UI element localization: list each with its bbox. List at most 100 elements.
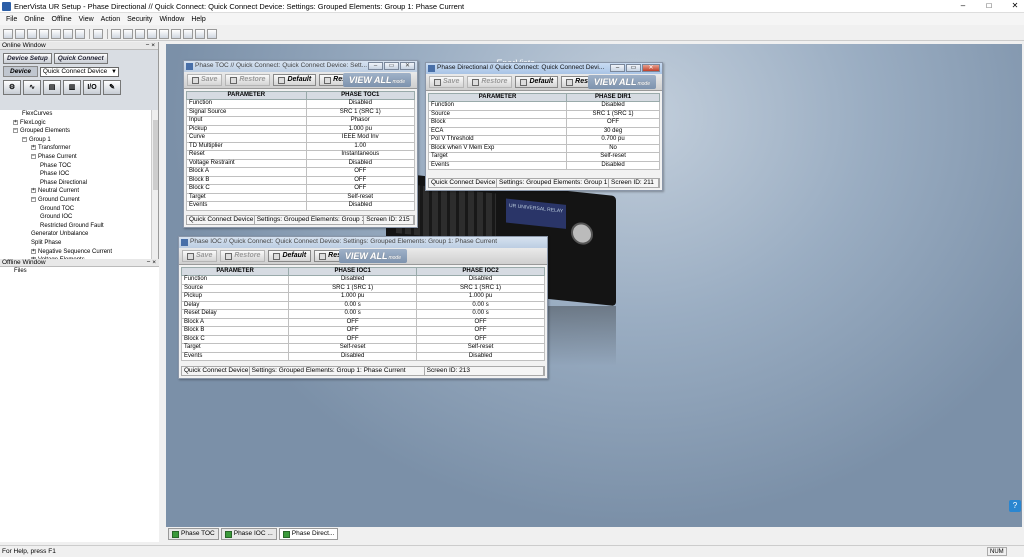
value-cell[interactable]: SRC 1 (SRC 1) — [305, 107, 416, 117]
value-cell[interactable]: OFF — [566, 118, 660, 128]
menu-action[interactable]: Action — [101, 16, 120, 23]
export-icon[interactable] — [75, 28, 85, 39]
close-icon[interactable]: ✕ — [1010, 1, 1020, 10]
value-cell[interactable]: 1.000 pu — [305, 124, 416, 134]
view-all-button[interactable]: VIEW ALLmode — [338, 249, 407, 263]
save-button[interactable]: Save — [182, 250, 218, 262]
value-cell[interactable]: 1.000 pu — [416, 292, 545, 302]
expand-icon[interactable]: + — [31, 248, 36, 254]
save-button[interactable]: Save — [429, 76, 465, 88]
close-icon[interactable]: ✕ — [400, 62, 415, 70]
menu-online[interactable]: Online — [24, 16, 44, 23]
menu-window[interactable]: Window — [159, 16, 184, 23]
restore-button[interactable]: Restore — [220, 250, 266, 262]
tree-item[interactable]: − Phase Current — [31, 154, 77, 160]
waveform-icon[interactable]: ∿ — [23, 80, 41, 95]
collapse-icon[interactable]: − — [22, 136, 27, 142]
close-icon[interactable]: ✕ — [642, 64, 660, 72]
tree-item[interactable]: + FlexLogic — [13, 119, 46, 126]
value-cell[interactable]: Disabled — [416, 275, 545, 285]
value-cell[interactable]: 1.00 — [305, 141, 416, 151]
value-cell[interactable]: 0.00 s — [288, 300, 418, 310]
tree-item[interactable]: − Grouped Elements — [13, 128, 70, 134]
tree-item[interactable]: Split Phase — [31, 240, 61, 246]
value-cell[interactable]: SRC 1 (SRC 1) — [566, 109, 660, 119]
value-cell[interactable]: OFF — [288, 334, 418, 344]
value-cell[interactable]: OFF — [288, 317, 418, 327]
tree-item[interactable]: Ground TOC — [40, 206, 74, 212]
value-cell[interactable]: IEEE Mod Inv — [305, 133, 416, 143]
tree-item[interactable]: Ground IOC — [40, 214, 72, 220]
tile-icon[interactable] — [183, 28, 193, 39]
io-button[interactable]: I/O — [83, 80, 101, 95]
value-cell[interactable]: Disabled — [305, 99, 416, 109]
value-cell[interactable]: OFF — [416, 326, 545, 336]
default-button[interactable]: Default — [268, 250, 312, 262]
menu-file[interactable]: File — [6, 16, 17, 23]
device-setup-button[interactable]: Device Setup — [3, 53, 52, 64]
view-all-button[interactable]: VIEW ALLmode — [342, 73, 411, 87]
value-cell[interactable]: Instantaneous — [305, 150, 416, 160]
value-cell[interactable]: Disabled — [566, 101, 660, 111]
expand-icon[interactable]: + — [31, 145, 36, 151]
value-cell[interactable]: OFF — [416, 334, 545, 344]
about-icon[interactable] — [207, 28, 217, 39]
device-select[interactable]: Quick Connect Device ▼ — [39, 67, 119, 77]
tree-item[interactable]: − Ground Current — [31, 197, 80, 203]
settings-icon[interactable] — [51, 28, 61, 39]
report-icon[interactable]: ▤ — [43, 80, 61, 95]
phase-ioc-titlebar[interactable]: Phase IOC // Quick Connect: Quick Connec… — [179, 237, 547, 248]
collapse-icon[interactable]: − — [13, 128, 18, 134]
tree-item[interactable]: − Group 1 — [22, 136, 51, 143]
default-button[interactable]: Default — [515, 76, 559, 88]
phase-dir-titlebar[interactable]: Phase Directional // Quick Connect: Quic… — [426, 63, 662, 74]
files-item[interactable]: Files — [0, 268, 159, 274]
maximize-icon[interactable]: □ — [984, 1, 994, 10]
save-button[interactable]: Save — [187, 74, 223, 86]
menu-offline[interactable]: Offline — [52, 16, 72, 23]
paste-icon[interactable] — [135, 28, 145, 39]
minimize-icon[interactable]: – — [610, 64, 625, 72]
copy-icon[interactable] — [123, 28, 133, 39]
restore-button[interactable]: Restore — [225, 74, 271, 86]
edit-icon[interactable] — [93, 28, 103, 39]
value-cell[interactable]: 30 deg — [566, 126, 660, 136]
tree-scrollbar[interactable] — [151, 110, 158, 267]
value-cell[interactable]: OFF — [305, 175, 416, 185]
find-icon[interactable] — [147, 28, 157, 39]
menu-security[interactable]: Security — [127, 16, 152, 23]
cut-icon[interactable] — [111, 28, 121, 39]
window-tab[interactable]: Phase IOC ... — [220, 528, 277, 540]
zoom-icon[interactable] — [159, 28, 169, 39]
value-cell[interactable]: Disabled — [416, 351, 545, 361]
minimize-icon[interactable]: – — [368, 62, 383, 70]
menu-view[interactable]: View — [79, 16, 94, 23]
value-cell[interactable]: 1.000 pu — [288, 292, 418, 302]
value-cell[interactable]: Disabled — [566, 160, 660, 170]
tree-item[interactable]: Restricted Ground Fault — [40, 223, 104, 229]
tree-item[interactable]: Phase IOC — [40, 171, 69, 177]
tree-item[interactable]: + Neutral Current — [31, 188, 79, 194]
phase-toc-titlebar[interactable]: Phase TOC // Quick Connect: Quick Connec… — [184, 61, 417, 72]
value-cell[interactable]: 0.00 s — [416, 300, 545, 310]
value-cell[interactable]: 0.00 s — [416, 309, 545, 319]
expand-icon[interactable]: + — [31, 188, 36, 194]
tree-item[interactable]: + Negative Sequence Current — [31, 248, 112, 255]
value-cell[interactable]: Phasor — [305, 116, 416, 126]
quick-connect-button[interactable]: Quick Connect — [53, 53, 108, 64]
value-cell[interactable]: OFF — [305, 167, 416, 177]
offline-pin-icon[interactable]: − × — [147, 259, 156, 267]
default-button[interactable]: Default — [273, 74, 317, 86]
restore-button[interactable]: Restore — [467, 76, 513, 88]
value-cell[interactable]: SRC 1 (SRC 1) — [416, 283, 545, 293]
expand-icon[interactable]: + — [13, 119, 18, 125]
tree-item[interactable]: + Transformer — [31, 145, 70, 151]
tree-item[interactable]: Generator Unbalance — [31, 231, 88, 237]
collapse-icon[interactable]: − — [31, 154, 36, 159]
help-icon[interactable]: ? — [1009, 500, 1021, 512]
value-cell[interactable]: No — [566, 143, 660, 153]
value-cell[interactable]: Disabled — [288, 275, 418, 285]
compare-icon[interactable] — [63, 28, 73, 39]
cascade-icon[interactable] — [171, 28, 181, 39]
device-icon[interactable]: ⚙ — [3, 80, 21, 95]
